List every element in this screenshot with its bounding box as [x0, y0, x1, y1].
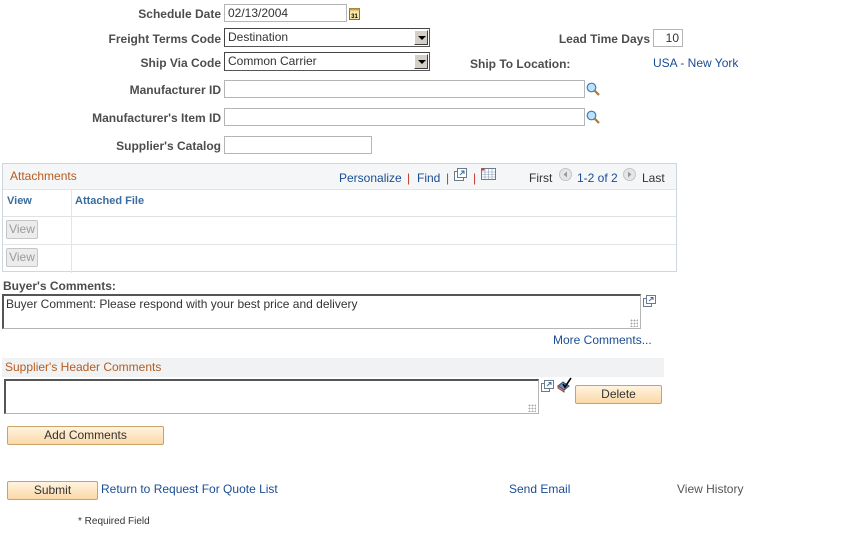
freight-terms-value: Destination	[228, 30, 289, 44]
find-link[interactable]: Find	[417, 171, 440, 185]
ship-via-select[interactable]: Common Carrier	[224, 52, 430, 71]
expand-textarea-icon[interactable]	[541, 380, 554, 392]
add-comments-button[interactable]: Add Comments	[7, 426, 164, 445]
attachments-grid: Attachments Personalize | Find | | First…	[2, 163, 677, 273]
chevron-down-icon[interactable]	[414, 30, 428, 45]
column-header-attached-file[interactable]: Attached File	[75, 195, 144, 207]
ship-via-value: Common Carrier	[228, 54, 317, 68]
calendar-icon[interactable]: 31	[349, 7, 360, 20]
schedule-date-input[interactable]	[224, 4, 347, 22]
last-label: Last	[642, 171, 665, 185]
view-button[interactable]: View	[6, 248, 38, 267]
separator: |	[473, 171, 477, 185]
personalize-link[interactable]: Personalize	[339, 171, 402, 185]
column-header-view[interactable]: View	[7, 195, 32, 207]
ship-via-label: Ship Via Code	[140, 56, 221, 70]
ship-to-location-link[interactable]: USA - New York	[653, 56, 738, 70]
required-field-note: * Required Field	[78, 516, 150, 527]
manufacturer-id-label: Manufacturer ID	[129, 83, 221, 97]
schedule-date-label: Schedule Date	[138, 7, 221, 21]
lead-time-input[interactable]	[653, 29, 683, 47]
expand-textarea-icon[interactable]	[643, 295, 656, 307]
manufacturer-item-id-label: Manufacturer's Item ID	[92, 111, 221, 125]
row-range: 1-2 of 2	[577, 171, 618, 185]
resize-grip-icon[interactable]	[528, 404, 536, 412]
first-label: First	[529, 171, 553, 185]
buyer-comments-textarea[interactable]: Buyer Comment: Please respond with your …	[2, 294, 641, 329]
buyer-comments-text: Buyer Comment: Please respond with your …	[6, 297, 358, 311]
lookup-icon[interactable]	[586, 110, 600, 124]
separator: |	[446, 171, 450, 185]
lookup-icon[interactable]	[586, 82, 600, 96]
svg-text:31: 31	[351, 14, 358, 20]
previous-icon[interactable]	[559, 168, 572, 181]
freight-terms-select[interactable]: Destination	[224, 28, 430, 47]
chevron-down-icon[interactable]	[414, 54, 428, 69]
ship-to-label: Ship To Location:	[470, 57, 571, 71]
lead-time-label: Lead Time Days	[558, 32, 650, 46]
freight-terms-label: Freight Terms Code	[108, 32, 221, 46]
next-icon[interactable]	[623, 168, 636, 181]
return-to-rfq-list-link[interactable]: Return to Request For Quote List	[101, 482, 278, 496]
view-button[interactable]: View	[6, 220, 38, 239]
attachments-grid-header: Attachments Personalize | Find | | First…	[3, 164, 676, 190]
view-history-link[interactable]: View History	[677, 482, 743, 496]
download-spreadsheet-icon[interactable]	[481, 168, 496, 180]
separator: |	[407, 171, 411, 185]
supplier-catalog-label: Supplier's Catalog	[116, 139, 221, 153]
supplier-comments-textarea[interactable]	[4, 379, 539, 414]
resize-grip-icon[interactable]	[630, 319, 638, 327]
supplier-header-comments-section: Supplier's Header Comments	[2, 358, 664, 377]
attachments-title: Attachments	[10, 169, 77, 183]
manufacturer-id-input[interactable]	[224, 80, 585, 98]
table-row: View	[3, 216, 676, 245]
supplier-catalog-input[interactable]	[224, 136, 372, 154]
send-email-link[interactable]: Send Email	[509, 482, 570, 496]
new-window-icon[interactable]	[454, 168, 468, 181]
delete-button[interactable]: Delete	[575, 385, 662, 404]
attachments-column-headers: View Attached File	[3, 190, 676, 217]
buyer-comments-label: Buyer's Comments:	[3, 279, 116, 293]
submit-button[interactable]: Submit	[7, 481, 98, 500]
spell-check-icon[interactable]	[556, 377, 572, 393]
manufacturer-item-id-input[interactable]	[224, 108, 585, 126]
more-comments-link[interactable]: More Comments...	[553, 333, 652, 347]
supplier-header-comments-title: Supplier's Header Comments	[5, 360, 162, 374]
table-row: View	[3, 244, 676, 272]
